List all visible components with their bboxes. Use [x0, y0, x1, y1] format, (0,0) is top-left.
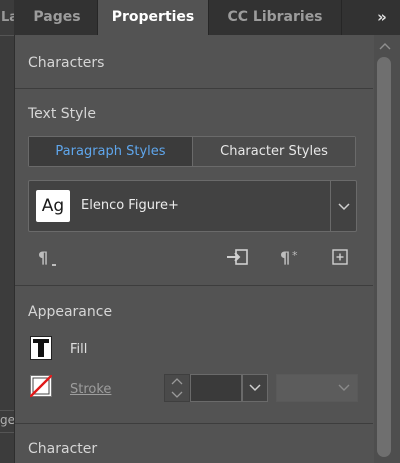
- dropdown-separator: [330, 181, 331, 231]
- text-fill-icon[interactable]: [30, 336, 52, 360]
- paragraph-styles-button[interactable]: Paragraph Styles: [29, 137, 192, 166]
- style-type-segmented-control: Paragraph Styles Character Styles: [28, 136, 356, 167]
- no-stroke-swatch-icon[interactable]: [30, 375, 52, 397]
- chevron-down-icon: [249, 384, 261, 392]
- chevron-down-icon: [338, 384, 350, 391]
- chevron-up-icon[interactable]: [170, 377, 184, 387]
- strip-divider: [0, 432, 14, 433]
- selected-style-name: Elenco Figure+: [81, 198, 179, 213]
- section-divider: [15, 423, 373, 424]
- tab-properties[interactable]: Properties: [98, 0, 208, 35]
- fill-label: Fill: [70, 342, 88, 357]
- scrollbar-thumb[interactable]: [377, 57, 391, 457]
- stroke-type-dropdown[interactable]: [276, 374, 358, 402]
- strip-divider: [0, 35, 14, 36]
- section-divider: [15, 285, 373, 286]
- chevron-down-icon[interactable]: [333, 195, 355, 217]
- paragraph-style-menu-icon[interactable]: ¶: [36, 245, 60, 269]
- stroke-weight-input[interactable]: [190, 374, 242, 402]
- stroke-link-label[interactable]: Stroke: [70, 382, 111, 397]
- section-appearance-title: Appearance: [28, 304, 113, 320]
- create-new-style-icon[interactable]: [328, 245, 352, 269]
- tab-pages[interactable]: Pages: [17, 0, 97, 35]
- clear-overrides-icon[interactable]: ¶ *: [279, 245, 303, 269]
- section-characters-title[interactable]: Characters: [28, 55, 104, 71]
- strip-divider: [0, 410, 14, 411]
- double-chevron-right-icon[interactable]: »: [364, 0, 400, 35]
- chevron-down-icon[interactable]: [170, 389, 184, 399]
- stroke-weight-dropdown[interactable]: [242, 374, 268, 402]
- svg-text:¶: ¶: [280, 248, 290, 267]
- svg-text:*: *: [292, 249, 298, 262]
- load-styles-icon[interactable]: [226, 245, 250, 269]
- style-preview-glyph: Ag: [36, 190, 70, 222]
- panel-tab-bar: Pages Properties CC Libraries »: [14, 0, 400, 35]
- paragraph-style-dropdown[interactable]: Ag Elenco Figure+: [28, 180, 357, 232]
- section-text-style-title: Text Style: [28, 106, 96, 122]
- section-divider: [15, 88, 373, 89]
- character-styles-button[interactable]: Character Styles: [192, 137, 355, 166]
- scroll-up-arrow-icon[interactable]: [377, 40, 397, 52]
- section-character-title: Character: [28, 441, 98, 457]
- underlying-document-strip: La ge: [0, 0, 18, 463]
- tab-separator: [341, 0, 342, 35]
- obscured-label: ge: [0, 413, 15, 427]
- panel-left-border: [14, 35, 15, 463]
- tab-cc-libraries[interactable]: CC Libraries: [209, 0, 341, 35]
- stroke-weight-stepper[interactable]: [164, 374, 190, 402]
- svg-text:¶: ¶: [38, 248, 48, 267]
